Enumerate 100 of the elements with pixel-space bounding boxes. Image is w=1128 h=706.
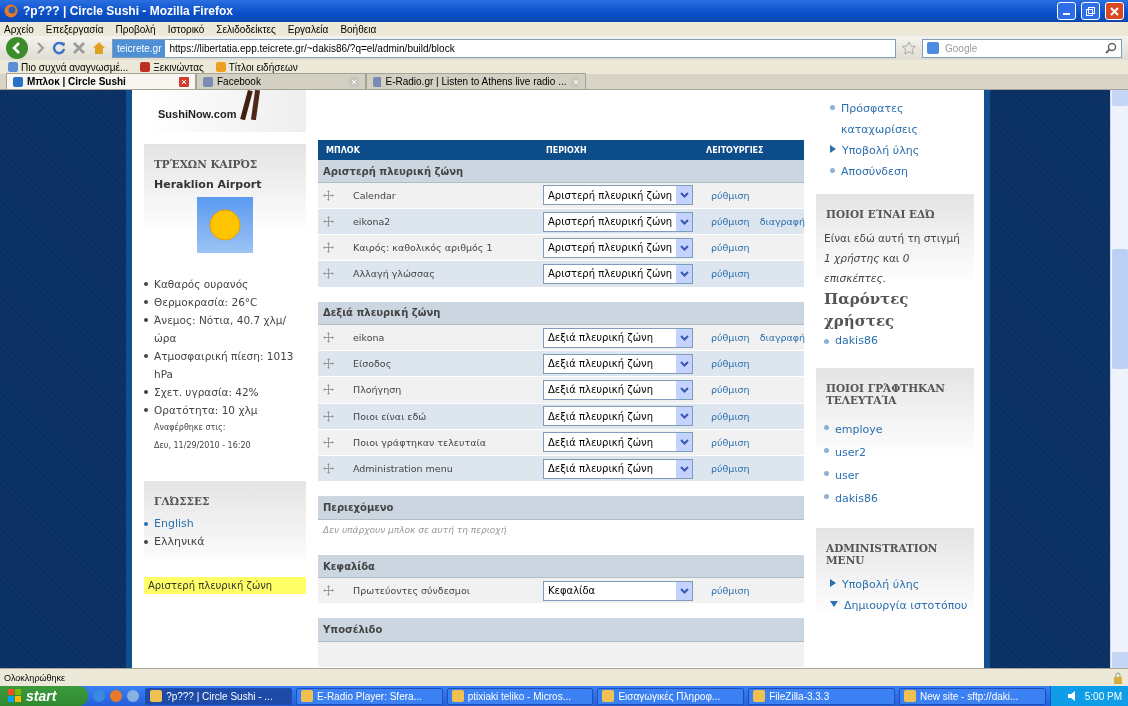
minimize-button[interactable]	[1057, 2, 1076, 20]
region-select[interactable]: Δεξιά πλευρική ζώνη	[543, 406, 693, 427]
region-select[interactable]: Αριστερή πλευρική ζώνη	[543, 237, 693, 258]
nav-link[interactable]: Πρόσφατες καταχωρίσεις	[841, 98, 974, 140]
start-button[interactable]: start	[0, 686, 89, 706]
menu-link[interactable]: Δημιουργία ιστοτόπου	[844, 595, 968, 616]
close-button[interactable]	[1105, 2, 1124, 20]
close-icon[interactable]	[179, 76, 189, 87]
block-name: Πλοήγηση	[353, 384, 403, 396]
action-link[interactable]: ρύθμιση	[711, 463, 750, 475]
app-icon	[602, 690, 615, 702]
reload-icon[interactable]	[52, 41, 66, 55]
scrollbar[interactable]	[1110, 90, 1128, 668]
region-select[interactable]: Κεφαλίδα	[543, 580, 693, 601]
browser-tab[interactable]: Facebook	[196, 73, 366, 89]
region-select[interactable]: Δεξιά πλευρική ζώνη	[543, 379, 693, 400]
user-link[interactable]: user2	[835, 441, 866, 464]
taskbar-button[interactable]: New site - sftp://daki...	[898, 687, 1046, 705]
restore-icon	[1086, 6, 1095, 16]
block-name: Αλλαγή γλώσσας	[353, 268, 436, 280]
report-label: Αναφέρθηκε στις:	[153, 421, 227, 434]
drag-handle-icon[interactable]	[323, 436, 334, 448]
nav-link[interactable]: Υποβολή ύλης	[842, 140, 920, 161]
bookmark-link[interactable]: Ξεκινώντας	[153, 61, 204, 73]
region-select[interactable]: Αριστερή πλευρική ζώνη	[543, 264, 693, 284]
drag-handle-icon[interactable]	[323, 242, 334, 254]
action-link[interactable]: ρύθμιση	[711, 332, 750, 343]
bookmark-link[interactable]: Τίτλοι ειδήσεων	[228, 61, 298, 73]
drag-handle-icon[interactable]	[323, 410, 334, 422]
action-link[interactable]: ρύθμιση	[711, 268, 750, 280]
sunny-weather-icon	[197, 197, 253, 253]
action-link[interactable]: ρύθμιση	[711, 242, 750, 254]
taskbar-button[interactable]: ?p??? | Circle Sushi - ...	[145, 687, 292, 705]
nav-link[interactable]: Αποσύνδεση	[841, 161, 908, 182]
action-link[interactable]: ρύθμιση	[711, 585, 750, 597]
block-title: ΤΡΈΧΩΝ ΚΑΙΡΌΣ	[153, 157, 259, 172]
bullet-icon	[824, 471, 829, 476]
user-link[interactable]: dakis86	[835, 332, 878, 350]
region-select[interactable]: Αριστερή πλευρική ζώνη	[543, 185, 693, 206]
region-select[interactable]: Δεξιά πλευρική ζώνη	[543, 458, 693, 479]
empty-message: Δεν υπάρχουν μπλοκ σε αυτή τη περιοχή	[321, 524, 508, 538]
drag-handle-icon[interactable]	[323, 189, 334, 201]
menu-item[interactable]: Επεξεργασία	[45, 23, 104, 35]
taskbar-button[interactable]: FileZilla-3.3.3	[748, 687, 895, 705]
taskbar-button[interactable]: Εισαγωγικές Πληροφ...	[597, 687, 745, 705]
weather-item: Άνεμος: Νότια, 40.7 χλμ/ώρα	[154, 313, 287, 346]
menu-item[interactable]: Αρχείο	[4, 23, 34, 35]
region-select[interactable]: Δεξιά πλευρική ζώνη	[543, 327, 693, 348]
action-link[interactable]: ρύθμιση	[711, 384, 750, 396]
drag-handle-icon[interactable]	[323, 585, 334, 597]
action-link[interactable]: ρύθμιση	[711, 216, 750, 228]
drag-handle-icon[interactable]	[323, 384, 334, 396]
app-icon	[753, 690, 766, 702]
address-field[interactable]: teicrete.gr https://libertatia.epp.teicrete.gr/~dakis86/?q=el/admin/build/block	[112, 38, 896, 58]
browser-tab[interactable]: Μπλοκ | Circle Sushi	[6, 73, 196, 89]
caret-icon	[679, 360, 689, 367]
action-link[interactable]: ρύθμιση	[711, 436, 750, 448]
taskbar-button[interactable]: ptixiaki teliko - Micros...	[446, 687, 594, 705]
drag-handle-icon[interactable]	[323, 332, 334, 343]
table-header: ΜΠΛΟΚ ΠΕΡΙΟΧΗ ΛΕΙΤΟΥΡΓΙΕΣ	[318, 140, 804, 161]
search-icon[interactable]	[1105, 42, 1117, 54]
menu-item[interactable]: Προβολή	[115, 23, 156, 35]
region-select[interactable]: Δεξιά πλευρική ζώνη	[543, 432, 693, 453]
user-link[interactable]: employe	[835, 418, 883, 441]
tab-icon	[203, 76, 213, 87]
home-icon[interactable]	[92, 41, 106, 55]
region-select[interactable]: Αριστερή πλευρική ζώνη	[543, 211, 693, 232]
menu-link[interactable]: Υποβολή ύλης	[842, 574, 920, 595]
browser-tab[interactable]: E-Radio.gr | Listen to Athens live radio ...	[366, 73, 586, 89]
action-link[interactable]: διαγραφή	[759, 216, 806, 228]
region-heading: Κεφαλίδα	[318, 554, 804, 579]
language-link[interactable]: Ελληνικά	[154, 533, 205, 551]
action-link[interactable]: ρύθμιση	[711, 189, 750, 201]
forward-icon[interactable]	[34, 42, 46, 54]
action-link[interactable]: ρύθμιση	[711, 410, 750, 422]
menu-item[interactable]: Σελιδοδείκτες	[216, 23, 276, 35]
action-link[interactable]: ρύθμιση	[711, 358, 750, 370]
tab-icon	[13, 76, 23, 87]
menu-item[interactable]: Βοήθεια	[340, 23, 377, 35]
action-link[interactable]: διαγραφή	[759, 332, 806, 343]
restore-button[interactable]	[1081, 2, 1100, 20]
star-icon[interactable]	[902, 41, 916, 55]
menu-item[interactable]: Εργαλεία	[287, 23, 329, 35]
user-link[interactable]: dakis86	[835, 487, 878, 510]
user-link[interactable]: user	[835, 464, 859, 487]
menu-item[interactable]: Ιστορικό	[167, 23, 205, 35]
quick-launch-icons[interactable]	[92, 689, 142, 703]
drag-handle-icon[interactable]	[323, 463, 334, 475]
taskbar-button[interactable]: E-Radio Player: Sfera...	[295, 687, 443, 705]
bookmark-link[interactable]: Πιο συχνά αναγνωσμέ...	[21, 61, 129, 73]
region-heading: Περιεχόμενο	[318, 496, 804, 520]
drag-handle-icon[interactable]	[323, 216, 334, 228]
drag-handle-icon[interactable]	[323, 268, 334, 280]
stop-icon[interactable]	[72, 41, 86, 55]
block-name: Administration menu	[353, 463, 454, 475]
drag-handle-icon[interactable]	[323, 358, 334, 370]
search-field[interactable]: Google	[922, 38, 1122, 58]
back-button[interactable]	[6, 37, 28, 59]
language-link[interactable]: English	[154, 515, 194, 533]
region-select[interactable]: Δεξιά πλευρική ζώνη	[543, 353, 693, 374]
